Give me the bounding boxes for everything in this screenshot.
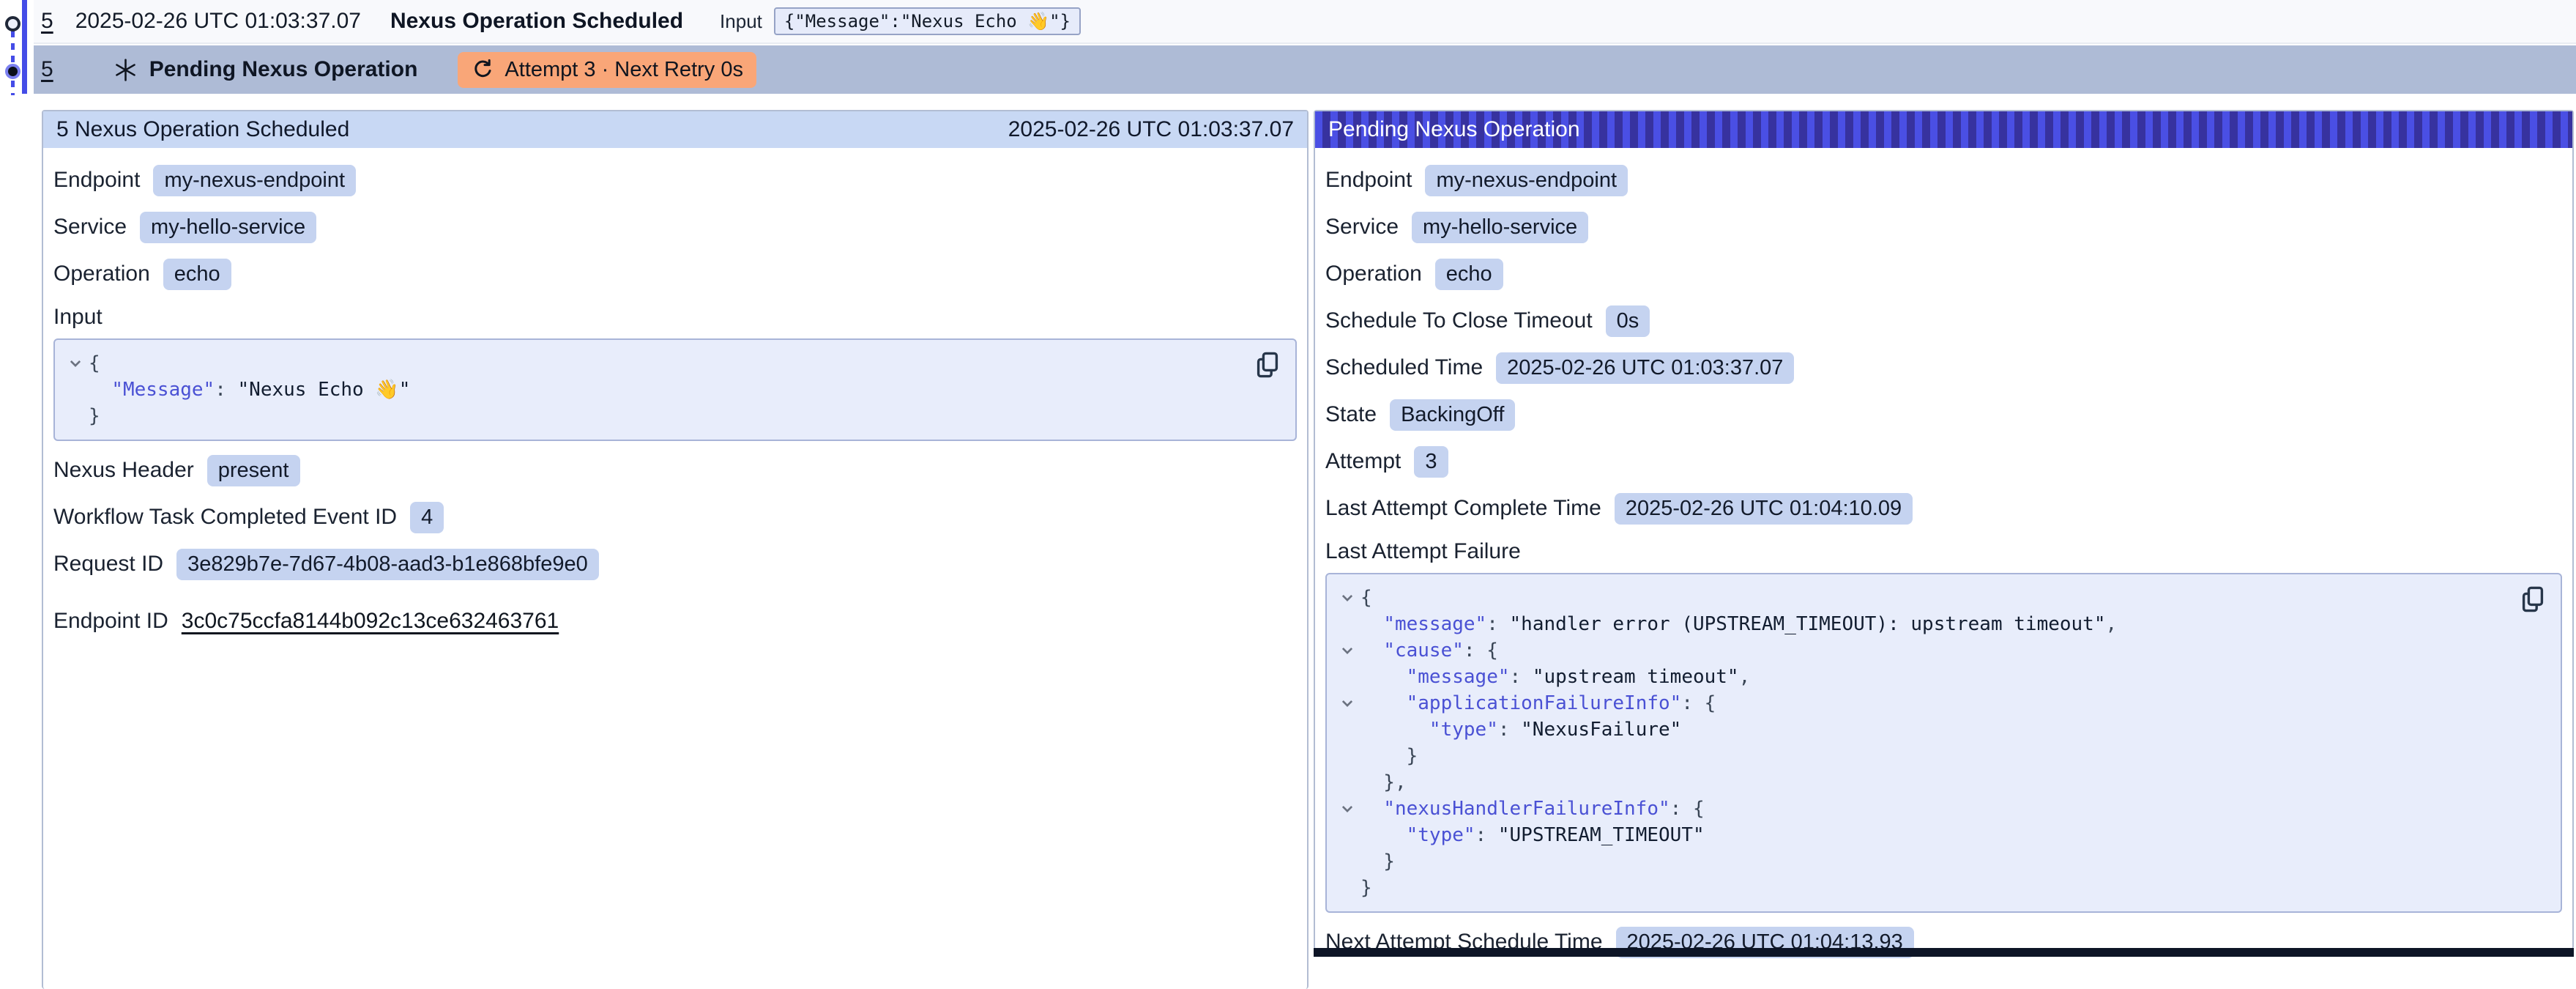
- code-line: "cause": {: [1334, 637, 2543, 664]
- code-gutter: [62, 377, 89, 403]
- code-gutter: [1334, 875, 1360, 901]
- field-next-attempt-schedule-time: Next Attempt Schedule Time 2025-02-26 UT…: [1325, 919, 2562, 966]
- event-input-label: Input: [720, 10, 762, 33]
- retry-attempt-badge: Attempt 3 · Next Retry 0s: [458, 52, 756, 88]
- field-value-badge: 0s: [1606, 305, 1650, 337]
- event-row-scheduled[interactable]: 5 2025-02-26 UTC 01:03:37.07 Nexus Opera…: [34, 0, 2576, 44]
- timeline-current-event-icon: [5, 64, 21, 79]
- scheduled-panel-header: 5 Nexus Operation Scheduled 2025-02-26 U…: [43, 111, 1307, 148]
- code-line: "type": "NexusFailure": [1334, 716, 2543, 743]
- event-input-preview-chip: {"Message":"Nexus Echo 👋"}: [774, 7, 1081, 35]
- copy-icon: [1253, 350, 1282, 379]
- code-line: "Message": "Nexus Echo 👋": [62, 377, 1278, 403]
- field-state: State BackingOff: [1325, 391, 2562, 438]
- code-gutter: [62, 403, 89, 429]
- event-timestamp: 2025-02-26 UTC 01:03:37.07: [75, 9, 361, 34]
- code-line: }: [1334, 848, 2543, 875]
- field-value-badge: my-nexus-endpoint: [1425, 165, 1628, 196]
- field-value-badge: 3: [1414, 446, 1448, 478]
- field-value-badge: present: [207, 455, 300, 486]
- code-gutter: [1334, 848, 1360, 875]
- collapse-chevron-icon[interactable]: [1334, 585, 1360, 611]
- pending-asterisk-icon: [112, 56, 139, 84]
- field-request-id: Request ID 3e829b7e-7d67-4b08-aad3-b1e86…: [53, 541, 1297, 588]
- failure-json-viewer: { "message": "handler error (UPSTREAM_TI…: [1325, 573, 2562, 913]
- code-gutter: [1334, 769, 1360, 796]
- field-value-badge: 2025-02-26 UTC 01:03:37.07: [1496, 352, 1794, 384]
- code-line: "nexusHandlerFailureInfo": {: [1334, 796, 2543, 822]
- event-id-link[interactable]: 5: [41, 9, 53, 34]
- pending-event-title: Pending Nexus Operation: [149, 57, 418, 82]
- endpoint-id-link[interactable]: 3c0c75ccfa8144b092c13ce632463761: [182, 609, 559, 634]
- field-value-badge: my-hello-service: [140, 212, 316, 243]
- pending-panel-header: Pending Nexus Operation: [1315, 111, 2572, 148]
- code-line: },: [1334, 769, 2543, 796]
- field-value-badge: 2025-02-26 UTC 01:04:10.09: [1615, 493, 1913, 525]
- collapse-chevron-icon[interactable]: [62, 350, 89, 377]
- scheduled-panel-timestamp: 2025-02-26 UTC 01:03:37.07: [1008, 117, 1294, 142]
- code-line: "type": "UPSTREAM_TIMEOUT": [1334, 822, 2543, 848]
- field-last-attempt-complete-time: Last Attempt Complete Time 2025-02-26 UT…: [1325, 485, 2562, 532]
- field-endpoint: Endpoint my-nexus-endpoint: [53, 157, 1297, 204]
- timeline-dashed-connector: [11, 31, 15, 95]
- code-gutter: [1334, 822, 1360, 848]
- field-nexus-header: Nexus Header present: [53, 447, 1297, 494]
- field-value-badge: echo: [163, 259, 231, 290]
- copy-button[interactable]: [1253, 350, 1282, 379]
- field-operation: Operation echo: [1325, 251, 2562, 297]
- code-line: "applicationFailureInfo": {: [1334, 690, 2543, 716]
- code-line: {: [1334, 585, 2543, 611]
- code-line: }: [1334, 875, 2543, 901]
- bottom-cutoff-strip: [1314, 948, 2574, 957]
- field-endpoint-id: Endpoint ID 3c0c75ccfa8144b092c13ce63246…: [53, 598, 1297, 645]
- timeline-open-event-icon: [5, 16, 21, 32]
- collapse-chevron-icon[interactable]: [1334, 637, 1360, 664]
- code-line: }: [62, 403, 1278, 429]
- code-gutter: [1334, 664, 1360, 690]
- field-value-badge: my-nexus-endpoint: [153, 165, 356, 196]
- pending-operation-panel: Pending Nexus Operation Endpoint my-nexu…: [1314, 110, 2574, 949]
- event-history-detail-view: 5 2025-02-26 UTC 01:03:37.07 Nexus Opera…: [0, 0, 2576, 957]
- timeline-active-bar: [22, 0, 27, 94]
- event-title: Nexus Operation Scheduled: [390, 9, 683, 34]
- retry-badge-text: Attempt 3 · Next Retry 0s: [505, 58, 743, 82]
- last-attempt-failure-label: Last Attempt Failure: [1325, 532, 2562, 571]
- retry-icon: [471, 58, 494, 81]
- field-value-badge: echo: [1435, 259, 1503, 290]
- field-value-badge: 3e829b7e-7d67-4b08-aad3-b1e868bfe9e0: [176, 549, 599, 580]
- field-endpoint: Endpoint my-nexus-endpoint: [1325, 157, 2562, 204]
- field-value-badge: my-hello-service: [1412, 212, 1588, 243]
- code-gutter: [1334, 743, 1360, 769]
- code-gutter: [1334, 716, 1360, 743]
- field-operation: Operation echo: [53, 251, 1297, 297]
- copy-icon: [2518, 585, 2547, 614]
- field-scheduled-time: Scheduled Time 2025-02-26 UTC 01:03:37.0…: [1325, 344, 2562, 391]
- field-service: Service my-hello-service: [1325, 204, 2562, 251]
- event-id-link[interactable]: 5: [41, 57, 53, 82]
- event-row-pending[interactable]: 5 Pending Nexus Operation Attempt 3 · Ne…: [34, 45, 2576, 94]
- copy-button[interactable]: [2518, 585, 2547, 614]
- field-workflow-task-completed-event-id: Workflow Task Completed Event ID 4: [53, 494, 1297, 541]
- code-line: "message": "upstream timeout",: [1334, 664, 2543, 690]
- field-attempt: Attempt 3: [1325, 438, 2562, 485]
- input-json-viewer: { "Message": "Nexus Echo 👋"}: [53, 338, 1297, 441]
- field-value-badge: BackingOff: [1390, 399, 1515, 431]
- scheduled-event-panel: 5 Nexus Operation Scheduled 2025-02-26 U…: [42, 110, 1309, 989]
- code-line: }: [1334, 743, 2543, 769]
- pending-panel-title: Pending Nexus Operation: [1328, 117, 1580, 142]
- field-value-badge: 4: [410, 502, 444, 533]
- field-service: Service my-hello-service: [53, 204, 1297, 251]
- input-section-label: Input: [53, 297, 1297, 337]
- field-schedule-to-close-timeout: Schedule To Close Timeout 0s: [1325, 297, 2562, 344]
- code-gutter: [1334, 611, 1360, 637]
- collapse-chevron-icon[interactable]: [1334, 796, 1360, 822]
- scheduled-panel-title: 5 Nexus Operation Scheduled: [56, 117, 349, 142]
- code-line: {: [62, 350, 1278, 377]
- code-line: "message": "handler error (UPSTREAM_TIME…: [1334, 611, 2543, 637]
- collapse-chevron-icon[interactable]: [1334, 690, 1360, 716]
